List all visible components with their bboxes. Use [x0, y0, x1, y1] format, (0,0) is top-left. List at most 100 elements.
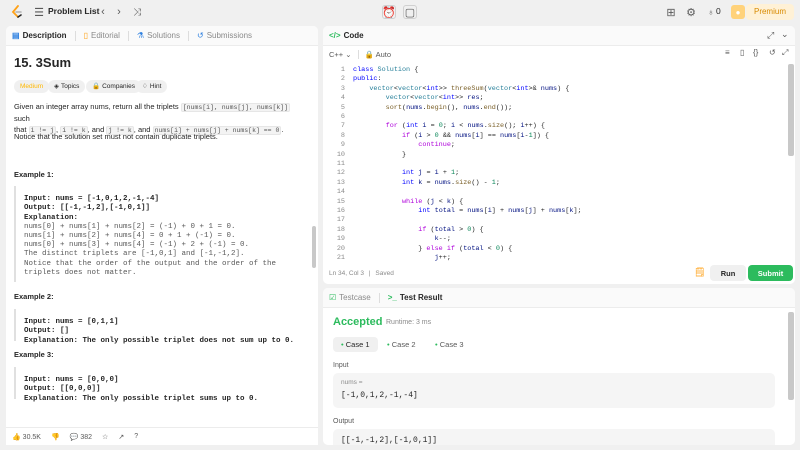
input-var-name: nums = — [341, 379, 363, 386]
premium-button[interactable]: Premium — [745, 4, 794, 20]
line-number: 9 — [340, 141, 345, 150]
chevron-down-icon: ⌄ — [345, 49, 352, 59]
code-tabs: </> Code — [323, 26, 795, 46]
output-label: Output — [333, 418, 355, 425]
tab-divider — [74, 30, 76, 41]
code-scrollbar[interactable] — [788, 64, 794, 156]
output-value: [[-1,-1,2],[-1,0,1]] — [341, 436, 438, 445]
favorite-star-icon[interactable]: ☆ — [102, 433, 108, 441]
code-brackets-icon: </> — [329, 31, 341, 40]
share-icon[interactable]: ↗ — [118, 433, 124, 441]
tab-divider — [127, 30, 129, 41]
dislike-icon[interactable]: 👎 — [51, 433, 60, 441]
editor-status: Ln 34, Col 3 | Saved — [329, 270, 394, 277]
lock-icon: 🔒 — [364, 49, 374, 59]
thumbs-up-icon: 👍 — [12, 433, 21, 441]
code-line: if (total > 0) { — [418, 225, 484, 234]
case-1-tab[interactable]: • Case 1 — [333, 337, 378, 352]
fullscreen-icon[interactable]: ⤢ — [782, 48, 788, 58]
tab-test-result[interactable]: >_ Test Result — [388, 293, 443, 302]
code-editor[interactable]: 1 class Solution { 2 public: 3 vector<ve… — [323, 62, 787, 262]
problem-list-link[interactable]: Problem List — [48, 6, 99, 16]
code-line: k--; — [434, 235, 451, 244]
input-label: Input — [333, 362, 349, 369]
tab-description[interactable]: ▤ Description — [12, 31, 67, 40]
solutions-flask-icon: ⚗ — [136, 31, 145, 40]
line-number: 18 — [336, 225, 345, 234]
notes-hint-icon[interactable]: 🗒 — [694, 267, 705, 278]
layout-icon[interactable]: ⊞ — [664, 5, 678, 19]
leetcode-logo-icon[interactable] — [10, 5, 24, 19]
line-number: 2 — [340, 75, 345, 84]
comments-button[interactable]: 💬 382 — [70, 433, 92, 441]
example-3-block: Input: nums = [0,0,0] Output: [[0,0,0]] … — [14, 367, 258, 403]
topics-button[interactable]: ◈ Topics — [48, 80, 86, 93]
format-icon[interactable]: ≡ — [725, 48, 730, 57]
code-line: public: — [353, 75, 382, 84]
input-value: [-1,0,1,2,-1,-4] — [341, 391, 418, 400]
case-dot-icon: • — [341, 340, 344, 349]
hint-button[interactable]: ♢ Hint — [136, 80, 168, 93]
status-divider: | — [368, 270, 371, 277]
case-2-tab[interactable]: • Case 2 — [381, 337, 422, 352]
code-line: class Solution { — [353, 66, 419, 74]
case-3-tab[interactable]: • Case 3 — [429, 337, 470, 352]
difficulty-badge: Medium — [14, 80, 50, 93]
code-line: continue; — [418, 141, 455, 150]
run-button[interactable]: Run — [710, 265, 746, 281]
companies-button[interactable]: 🔒 Companies — [86, 80, 141, 93]
problem-list-icon[interactable]: ☰ — [32, 5, 46, 19]
more-options-icon[interactable]: ⌄ — [781, 29, 789, 40]
example-2-title: Example 2: — [14, 292, 54, 301]
line-number: 20 — [336, 244, 345, 253]
language-select[interactable]: C++ ⌄ — [329, 50, 352, 59]
result-panel: ☑ Testcase >_ Test Result Accepted Runtime… — [323, 288, 795, 445]
expand-icon[interactable]: ⤢ — [767, 30, 774, 41]
timer-icon[interactable]: ⏰ — [382, 5, 396, 19]
line-number: 10 — [336, 150, 345, 159]
tab-solutions[interactable]: ⚗ Solutions — [137, 31, 180, 40]
tab-editorial[interactable]: ▯ Editorial — [84, 31, 120, 40]
tab-testcase[interactable]: ☑ Testcase — [329, 293, 371, 302]
line-number: 1 — [340, 66, 345, 74]
submit-button[interactable]: Submit — [748, 265, 793, 281]
line-number: 5 — [340, 103, 345, 112]
like-button[interactable]: 👍 30.5K — [12, 433, 41, 441]
code-line: int k = nums.size() - 1; — [401, 178, 500, 187]
example-1-title: Example 1: — [14, 170, 54, 179]
case-dot-icon: • — [387, 340, 390, 349]
prev-problem-icon[interactable]: ‹ — [96, 5, 110, 19]
line-number: 6 — [340, 113, 345, 121]
notes-icon[interactable]: ▢ — [403, 5, 417, 19]
code-line: vector<vector<int>> res; — [385, 94, 484, 103]
problem-title: 15. 3Sum — [14, 55, 72, 70]
line-number: 7 — [340, 122, 345, 131]
tab-code[interactable]: </> Code — [329, 31, 364, 40]
bookmark-icon[interactable]: ▯ — [740, 48, 744, 57]
problem-notice: Notice that the solution set must not co… — [14, 132, 218, 141]
line-number: 3 — [340, 84, 345, 93]
checkbox-icon: ☑ — [329, 293, 337, 302]
description-scrollbar[interactable] — [312, 226, 316, 268]
result-status: Accepted — [333, 316, 383, 328]
result-tabs: ☑ Testcase >_ Test Result — [323, 288, 795, 308]
example-1-block: Input: nums = [-1,0,1,2,-1,-4] Output: [… — [14, 186, 276, 282]
reset-icon[interactable]: ↺ — [769, 48, 776, 57]
next-problem-icon[interactable]: › — [112, 5, 126, 19]
streak-count: 0 — [716, 6, 721, 16]
description-footer: 👍 30.5K 👎 💬 382 ☆ ↗ ? — [6, 427, 318, 445]
tag-icon: ◈ — [54, 83, 59, 90]
auto-mode[interactable]: 🔒 Auto — [365, 50, 391, 59]
case-dot-icon: • — [435, 340, 438, 349]
settings-gear-icon[interactable]: ⚙ — [684, 5, 698, 19]
help-icon[interactable]: ? — [134, 433, 138, 440]
shuffle-icon[interactable]: ⤨ — [130, 5, 144, 19]
braces-icon[interactable]: {} — [753, 48, 758, 57]
tab-submissions[interactable]: ↺ Submissions — [197, 31, 252, 40]
avatar-icon[interactable]: ● — [731, 5, 745, 19]
result-runtime: Runtime: 3 ms — [386, 319, 432, 326]
line-number: 15 — [336, 197, 345, 206]
submissions-history-icon: ↺ — [196, 31, 204, 40]
code-line: } — [353, 150, 407, 159]
result-scrollbar[interactable] — [788, 312, 794, 400]
